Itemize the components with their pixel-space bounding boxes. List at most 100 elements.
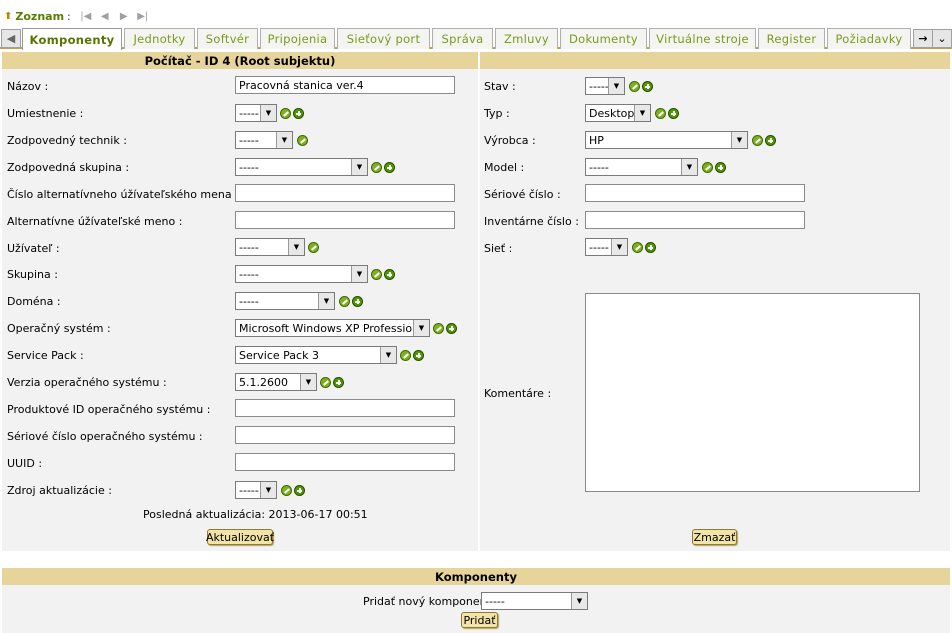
add-icon[interactable]	[333, 377, 344, 388]
chevron-down-icon: ▼	[380, 347, 396, 363]
update-button[interactable]: Aktualizovať	[206, 529, 274, 545]
tab-scroll-left-icon[interactable]: ◀	[1, 29, 21, 48]
edit-icon[interactable]	[752, 135, 763, 146]
edit-icon[interactable]	[339, 296, 350, 307]
tab-register[interactable]: Register	[758, 28, 825, 49]
list-link[interactable]: Zoznam	[15, 10, 64, 23]
add-icon[interactable]	[384, 162, 395, 173]
add-icon[interactable]	[645, 242, 656, 253]
add-component-select[interactable]: ----- ▼	[481, 592, 588, 610]
group-label: Skupina :	[7, 267, 58, 281]
type-label: Typ :	[484, 106, 510, 120]
edit-icon[interactable]	[655, 108, 666, 119]
inventory-label: Inventárne číslo :	[484, 214, 579, 228]
edit-icon[interactable]	[281, 485, 292, 496]
edit-icon[interactable]	[280, 108, 291, 119]
previous-icon[interactable]: ◀	[97, 11, 113, 22]
components-title: Komponenty	[2, 568, 950, 585]
service-pack-select[interactable]: Service Pack 3 ▼	[235, 346, 397, 364]
edit-icon[interactable]	[632, 242, 643, 253]
tab-pripojenia[interactable]: Pripojenia	[260, 28, 335, 49]
edit-icon[interactable]	[320, 377, 331, 388]
location-label: Umiestnenie :	[7, 106, 84, 120]
os-select[interactable]: Microsoft Windows XP Professional ▼	[235, 319, 430, 337]
add-icon[interactable]	[668, 108, 679, 119]
edit-icon[interactable]	[629, 81, 640, 92]
uuid-input[interactable]	[235, 453, 455, 471]
add-icon[interactable]	[384, 269, 395, 280]
comment-textarea[interactable]	[585, 293, 920, 492]
edit-icon[interactable]	[308, 242, 319, 253]
tab-softver[interactable]: Softvér	[197, 28, 258, 49]
edit-icon[interactable]	[400, 350, 411, 361]
os-product-id-label: Produktové ID operačného systému :	[7, 402, 211, 416]
edit-icon[interactable]	[371, 162, 382, 173]
add-icon[interactable]	[446, 323, 457, 334]
user-select[interactable]: ----- ▼	[235, 238, 305, 256]
model-select[interactable]: ----- ▼	[585, 158, 698, 176]
edit-icon[interactable]	[433, 323, 444, 334]
tech-label: Zodpovedný technik :	[7, 133, 127, 147]
last-update-text: Posledná aktualizácia: 2013-06-17 00:51	[143, 507, 368, 521]
network-select[interactable]: ----- ▼	[585, 238, 628, 256]
update-source-select[interactable]: ----- ▼	[235, 481, 277, 499]
chevron-down-icon: ▼	[318, 293, 334, 309]
add-icon[interactable]	[413, 350, 424, 361]
group-resp-select[interactable]: ----- ▼	[235, 158, 368, 176]
next-icon[interactable]: ▶	[116, 11, 132, 22]
tab-zmluvy[interactable]: Zmluvy	[495, 28, 558, 49]
tab-scroll-right-icon[interactable]: →	[913, 29, 933, 48]
maker-label: Výrobca :	[484, 133, 536, 147]
tech-select[interactable]: ----- ▼	[235, 131, 293, 149]
chevron-down-icon: ▼	[288, 239, 304, 255]
tab-sietovy-port[interactable]: Sieťový port	[337, 28, 430, 49]
add-icon[interactable]	[765, 135, 776, 146]
edit-icon[interactable]	[702, 162, 713, 173]
tab-jednotky[interactable]: Jednotky	[124, 28, 195, 49]
delete-button[interactable]: Zmazať	[692, 529, 737, 545]
add-icon[interactable]	[642, 81, 653, 92]
add-icon[interactable]	[293, 108, 304, 119]
alt-user-num-input[interactable]	[235, 184, 455, 202]
os-label: Operačný systém :	[7, 321, 111, 335]
group-select[interactable]: ----- ▼	[235, 265, 368, 283]
add-icon[interactable]	[352, 296, 363, 307]
tab-poziadavky[interactable]: Požiadavky	[827, 28, 911, 49]
chevron-down-icon: ▼	[351, 159, 367, 175]
name-input[interactable]: Pracovná stanica ver.4	[235, 76, 455, 94]
location-select[interactable]: ----- ▼	[235, 104, 277, 122]
breadcrumb: ⬆ Zoznam : |◀ ◀ ▶ ▶|	[4, 8, 151, 24]
os-product-id-input[interactable]	[235, 399, 455, 417]
tab-dokumenty[interactable]: Dokumenty	[560, 28, 647, 49]
panel-title: Počítač - ID 4 (Root subjektu)	[2, 52, 478, 69]
maker-select[interactable]: HP ▼	[585, 131, 748, 149]
state-select[interactable]: ----- ▼	[585, 77, 625, 95]
add-icon[interactable]	[294, 485, 305, 496]
first-icon[interactable]: |◀	[78, 11, 94, 22]
chevron-down-icon: ▼	[611, 239, 627, 255]
last-icon[interactable]: ▶|	[135, 11, 151, 22]
alt-user-input[interactable]	[235, 211, 455, 229]
os-serial-label: Sériové číslo operačného systému :	[7, 429, 203, 443]
inventory-input[interactable]	[585, 211, 805, 229]
serial-input[interactable]	[585, 184, 805, 202]
chevron-down-icon: ▼	[300, 374, 316, 390]
edit-icon[interactable]	[371, 269, 382, 280]
chevron-down-icon: ▼	[731, 132, 747, 148]
chevron-down-icon: ▼	[413, 320, 429, 336]
domain-select[interactable]: ----- ▼	[235, 292, 335, 310]
chevron-down-icon: ▼	[260, 105, 276, 121]
serial-label: Sériové číslo :	[484, 187, 561, 201]
os-version-select[interactable]: 5.1.2600 ▼	[235, 373, 317, 391]
tab-komponenty[interactable]: Komponenty	[22, 28, 122, 50]
type-select[interactable]: Desktop ▼	[585, 104, 651, 122]
os-serial-input[interactable]	[235, 426, 455, 444]
tab-menu-icon[interactable]: ⌄	[932, 29, 952, 48]
tab-virtualne-stroje[interactable]: Virtuálne stroje	[649, 28, 756, 49]
add-icon[interactable]	[715, 162, 726, 173]
add-component-button[interactable]: Pridať	[461, 612, 498, 628]
edit-icon[interactable]	[297, 135, 308, 146]
alt-user-num-label: Číslo alternatívneho úžívateľského mena …	[7, 187, 239, 201]
tab-bar: ◀ Komponenty Jednotky Softvér Pripojenia…	[0, 27, 952, 50]
tab-sprava[interactable]: Správa	[432, 28, 493, 49]
